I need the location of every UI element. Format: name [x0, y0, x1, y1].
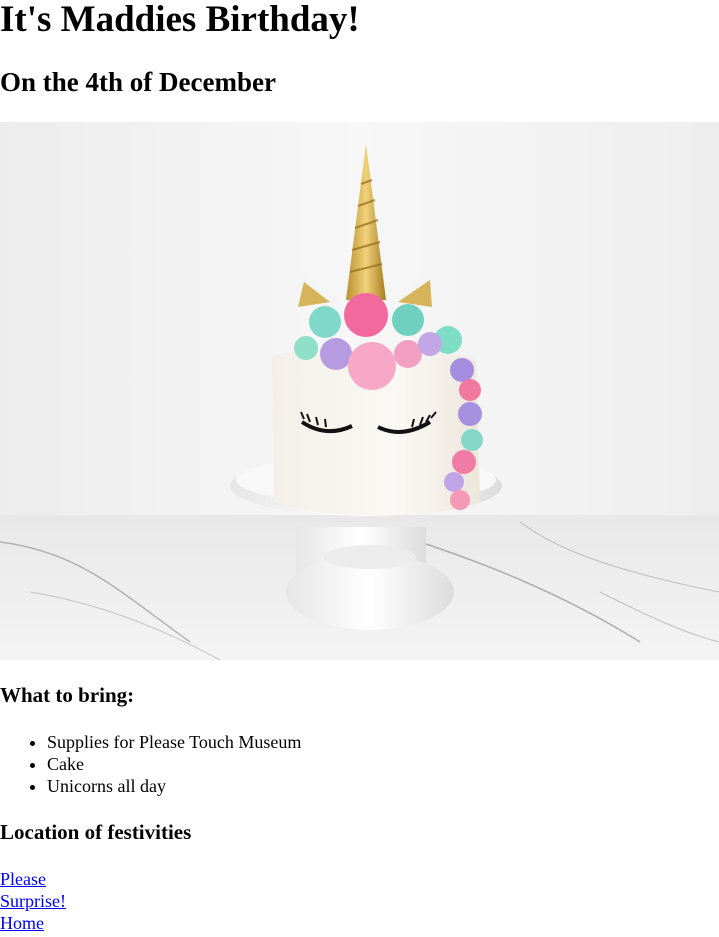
bring-heading: What to bring:	[0, 683, 135, 707]
page-subtitle: On the 4th of December	[0, 67, 276, 97]
list-item: Unicorns all day	[47, 775, 301, 797]
page: It's Maddies Birthday! On the 4th of Dec…	[0, 0, 719, 937]
location-link[interactable]: Please Surprise! Home	[0, 868, 66, 934]
location-heading: Location of festivities	[0, 820, 192, 844]
location-link-line-2[interactable]: Surprise!	[0, 890, 66, 912]
location-link-line-1[interactable]: Please	[0, 868, 46, 890]
unicorn-cake-image	[0, 122, 719, 660]
bring-list: Supplies for Please Touch Museum Cake Un…	[0, 731, 301, 797]
list-item: Cake	[47, 753, 301, 775]
list-item: Supplies for Please Touch Museum	[47, 731, 301, 753]
location-link-line-3[interactable]: Home	[0, 912, 44, 934]
page-title: It's Maddies Birthday!	[0, 0, 360, 40]
